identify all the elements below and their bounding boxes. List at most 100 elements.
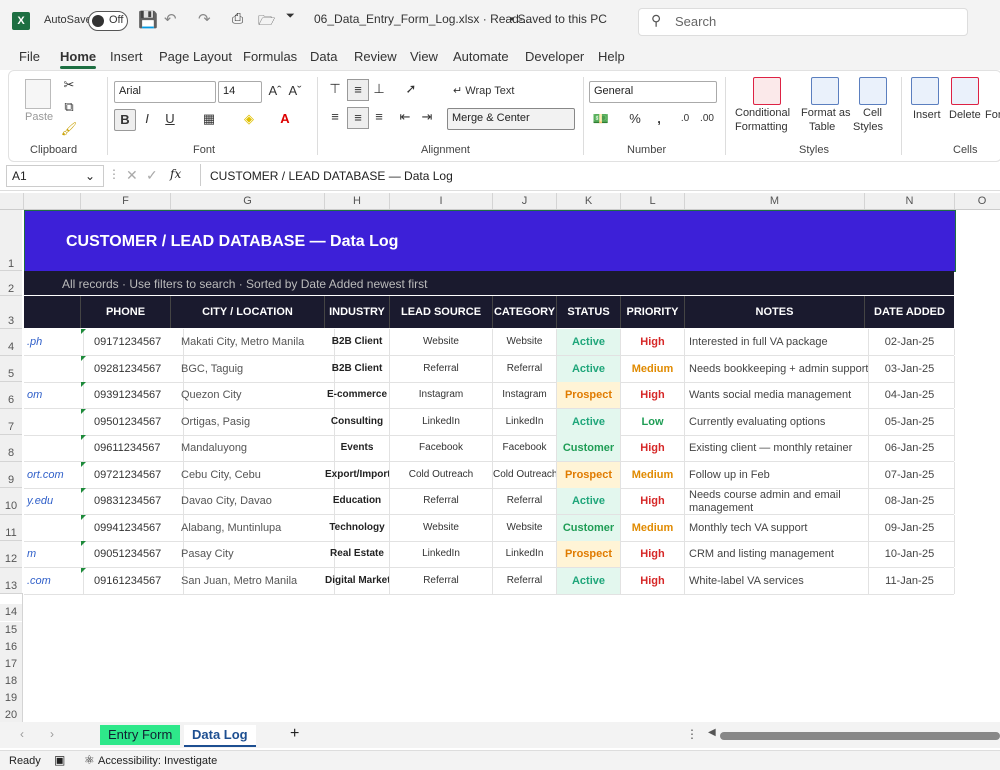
menu-review[interactable]: Review — [354, 49, 397, 64]
cell-city[interactable]: BGC, Taguig — [171, 356, 335, 382]
percent-icon[interactable]: % — [625, 109, 645, 129]
cell-status[interactable]: Active — [557, 409, 621, 435]
row-header[interactable]: 1 — [0, 210, 22, 271]
cell-city[interactable]: Davao City, Davao — [171, 488, 335, 514]
cell-phone[interactable]: 09051234567 — [81, 541, 184, 567]
horizontal-scrollbar[interactable] — [720, 732, 1000, 740]
format-as-table-button-line2[interactable]: Table — [809, 121, 835, 133]
cell-date-added[interactable]: 02-Jan-25 — [865, 329, 955, 355]
cell-lead-source[interactable]: Referral — [390, 488, 493, 514]
row-header[interactable]: 14 — [0, 604, 22, 621]
cell-phone[interactable]: 09281234567 — [81, 356, 184, 382]
number-format-select[interactable]: General — [589, 81, 717, 103]
cell-city[interactable]: Cebu City, Cebu — [171, 462, 335, 488]
cell-notes[interactable]: Needs course admin and email management — [685, 488, 869, 515]
cell-category[interactable]: Instagram — [493, 382, 557, 408]
row-header[interactable]: 11 — [0, 515, 22, 541]
cell-notes[interactable]: Needs bookkeeping + admin support — [685, 356, 869, 382]
cell-email[interactable]: ort.com — [24, 462, 84, 488]
cell-status[interactable]: Active — [557, 356, 621, 382]
cell-phone[interactable]: 09501234567 — [81, 409, 184, 435]
cell-email[interactable] — [24, 356, 84, 382]
cell-phone[interactable]: 09171234567 — [81, 329, 184, 355]
cell-priority[interactable]: High — [621, 382, 685, 408]
paste-button[interactable]: Paste — [25, 111, 53, 123]
column-header-n[interactable]: N — [865, 193, 955, 209]
cell-lead-source[interactable]: Cold Outreach — [390, 462, 493, 488]
cell-phone[interactable]: 09161234567 — [81, 568, 184, 594]
column-header-l[interactable]: L — [621, 193, 685, 209]
bold-button[interactable]: B — [114, 109, 136, 131]
menu-file[interactable]: File — [19, 49, 40, 64]
cell-email[interactable] — [24, 409, 84, 435]
cell-industry[interactable]: Events — [325, 435, 390, 461]
open-folder-icon[interactable]: 🗁 — [258, 10, 275, 34]
cell-phone[interactable]: 09721234567 — [81, 462, 184, 488]
column-header-e[interactable] — [24, 193, 81, 209]
conditional-formatting-button-line2[interactable]: Formatting — [735, 121, 788, 133]
cell-notes[interactable]: CRM and listing management — [685, 541, 869, 567]
cell-notes[interactable]: White-label VA services — [685, 568, 869, 594]
cell-status[interactable]: Prospect — [557, 462, 621, 488]
cell-industry[interactable]: Education — [325, 488, 390, 514]
row-header[interactable]: 17 — [0, 656, 22, 673]
cell-priority[interactable]: High — [621, 488, 685, 514]
confirm-entry-icon[interactable]: ✓ — [146, 167, 158, 184]
font-size-select[interactable]: 14 — [218, 81, 262, 103]
cell-notes[interactable]: Currently evaluating options — [685, 409, 869, 435]
row-header[interactable]: 19 — [0, 690, 22, 707]
cell-date-added[interactable]: 04-Jan-25 — [865, 382, 955, 408]
cell-mode-icon[interactable]: ▣ — [54, 753, 65, 767]
header-city[interactable]: CITY / LOCATION — [171, 296, 325, 328]
accounting-format-icon[interactable]: 💵 — [591, 109, 611, 129]
header-date-added[interactable]: DATE ADDED — [865, 296, 954, 328]
cell-lead-source[interactable]: Instagram — [390, 382, 493, 408]
tab-data-log[interactable]: Data Log — [184, 725, 256, 747]
align-left-icon[interactable]: ≡ — [325, 107, 345, 127]
select-all-corner[interactable] — [0, 193, 24, 209]
cell-industry[interactable]: Digital Marketing — [325, 568, 390, 594]
cell-email[interactable]: y.edu — [24, 488, 84, 514]
cell-email[interactable] — [24, 435, 84, 461]
font-color-icon[interactable]: A — [275, 109, 295, 129]
cell-lead-source[interactable]: Facebook — [390, 435, 493, 461]
header-industry[interactable]: INDUSTRY — [325, 296, 390, 328]
cell-email[interactable]: m — [24, 541, 84, 567]
column-header-i[interactable]: I — [390, 193, 493, 209]
orientation-icon[interactable]: ➚ — [401, 79, 421, 99]
cell-status[interactable]: Active — [557, 329, 621, 355]
cell-category[interactable]: LinkedIn — [493, 541, 557, 567]
row-header[interactable]: 15 — [0, 622, 22, 639]
cell-date-added[interactable]: 08-Jan-25 — [865, 488, 955, 514]
menu-insert[interactable]: Insert — [110, 49, 143, 64]
quick-print-icon[interactable]: ⎙ — [232, 10, 243, 27]
cell-email[interactable] — [24, 515, 84, 541]
header-notes[interactable]: NOTES — [685, 296, 865, 328]
cell-status[interactable]: Prospect — [557, 382, 621, 408]
increase-decimal-icon[interactable]: .0 — [675, 109, 695, 129]
increase-indent-icon[interactable]: ⇥ — [417, 107, 437, 127]
header-priority[interactable]: PRIORITY — [621, 296, 685, 328]
cell-priority[interactable]: Medium — [621, 515, 685, 541]
comma-style-icon[interactable]: , — [649, 109, 669, 129]
row-header[interactable]: 2 — [0, 271, 22, 296]
cell-email[interactable]: .ph — [24, 329, 84, 355]
cancel-entry-icon[interactable]: ✕ — [126, 167, 138, 184]
save-icon[interactable]: 💾 — [138, 10, 158, 30]
menu-view[interactable]: View — [410, 49, 438, 64]
insert-cells-button[interactable]: Insert — [913, 109, 941, 121]
menu-home[interactable]: Home — [60, 49, 97, 69]
menu-page-layout[interactable]: Page Layout — [159, 49, 232, 64]
cell-category[interactable]: Facebook — [493, 435, 557, 461]
tab-scroll-left-icon[interactable]: ‹ — [20, 727, 24, 741]
menu-automate[interactable]: Automate — [453, 49, 509, 64]
cell-city[interactable]: San Juan, Metro Manila — [171, 568, 335, 594]
cell-industry[interactable]: Real Estate — [325, 541, 390, 567]
cell-date-added[interactable]: 10-Jan-25 — [865, 541, 955, 567]
cell-date-added[interactable]: 09-Jan-25 — [865, 515, 955, 541]
cell-phone[interactable]: 09611234567 — [81, 435, 184, 461]
menu-formulas[interactable]: Formulas — [243, 49, 297, 64]
column-header-m[interactable]: M — [685, 193, 865, 209]
cell-priority[interactable]: High — [621, 435, 685, 461]
column-header-j[interactable]: J — [493, 193, 557, 209]
